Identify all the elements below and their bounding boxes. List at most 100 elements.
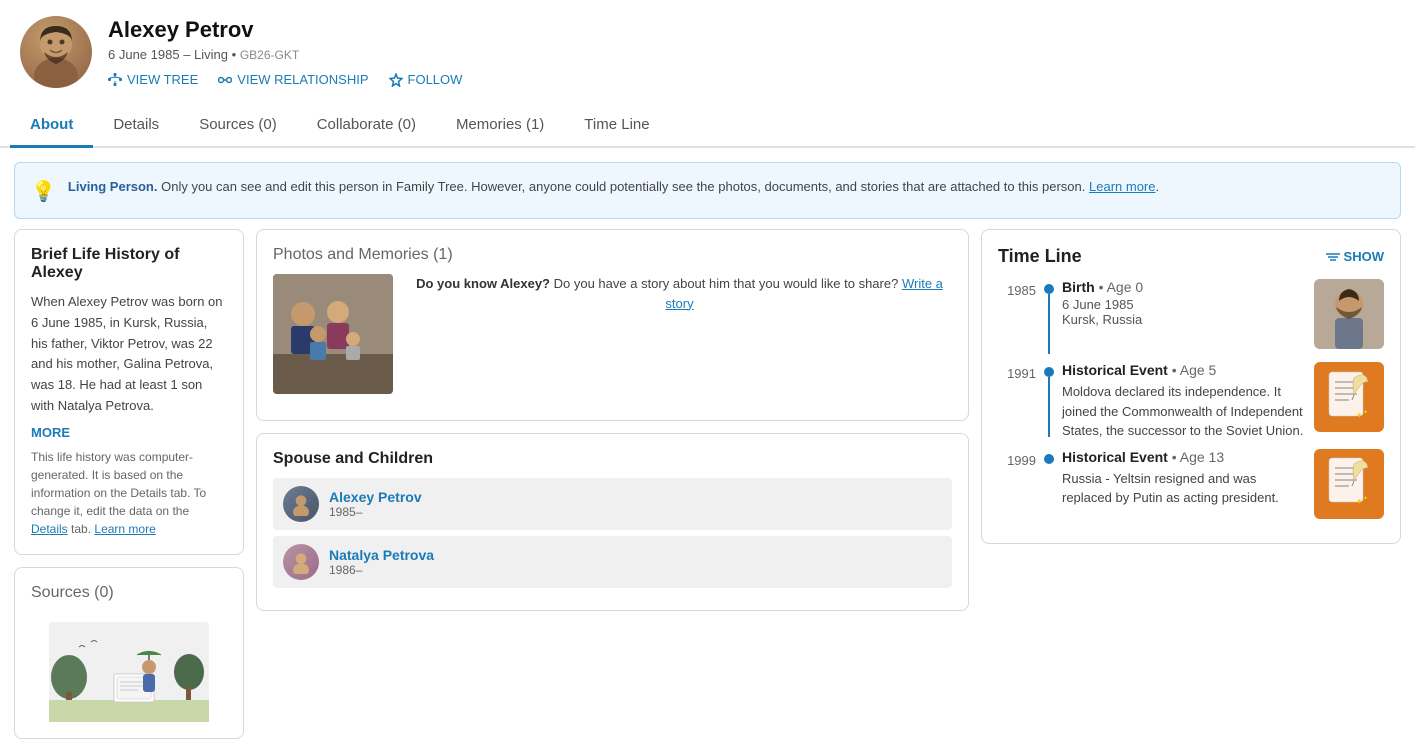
- male-person-icon: [289, 492, 313, 516]
- spouse-children-title: Spouse and Children: [273, 450, 952, 468]
- person-name-alexey: Alexey Petrov: [329, 489, 422, 505]
- tl-event-body-1991: Historical Event • Age 5 Moldova declare…: [1062, 362, 1304, 441]
- tab-sources[interactable]: Sources (0): [179, 104, 297, 148]
- more-link[interactable]: MORE: [31, 425, 227, 440]
- timeline-show-button[interactable]: SHOW: [1326, 249, 1384, 264]
- document-icon-1991: ✦ ✦: [1324, 370, 1374, 425]
- tl-photo-1991: ✦ ✦: [1314, 362, 1384, 432]
- timeline-item-1991: 1991 Historical Event • Age 5 Moldova de…: [998, 362, 1384, 441]
- tl-year-1991: 1991: [998, 362, 1036, 381]
- timeline-item-1985: 1985 Birth • Age 0 6 June 1985 Kursk,: [998, 279, 1384, 354]
- tl-event-body-1985: Birth • Age 0 6 June 1985 Kursk, Russia: [1062, 279, 1304, 349]
- view-relationship-button[interactable]: VIEW RELATIONSHIP: [218, 72, 368, 87]
- svg-text:✦: ✦: [1356, 497, 1363, 506]
- sources-title: Sources (0): [31, 584, 227, 602]
- tl-line-1999: [1044, 449, 1054, 464]
- tab-details[interactable]: Details: [93, 104, 179, 148]
- brief-life-card: Brief Life History of Alexey When Alexey…: [14, 229, 244, 555]
- female-person-icon: [289, 550, 313, 574]
- photos-content: Do you know Alexey? Do you have a story …: [273, 274, 952, 404]
- main-content: Brief Life History of Alexey When Alexey…: [0, 229, 1415, 753]
- tab-memories[interactable]: Memories (1): [436, 104, 564, 148]
- tl-dot-1985: [1044, 284, 1054, 294]
- person-name-natalya: Natalya Petrova: [329, 547, 434, 563]
- tl-event-desc-1991: Moldova declared its independence. It jo…: [1062, 382, 1304, 441]
- banner-text: Living Person. Only you can see and edit…: [68, 177, 1159, 197]
- tl-photo-1985: [1314, 279, 1384, 349]
- tree-icon: [108, 73, 122, 87]
- svg-text:✦: ✦: [1363, 495, 1368, 502]
- right-column: Time Line SHOW 1985: [981, 229, 1401, 739]
- photo-caption-bold: Do you know Alexey?: [416, 276, 550, 291]
- tl-event-place-1985: Kursk, Russia: [1062, 312, 1304, 327]
- person-avatar-natalya: [283, 544, 319, 580]
- sources-svg: [49, 622, 209, 722]
- filter-icon: [1326, 252, 1340, 262]
- person-info-natalya: Natalya Petrova 1986–: [329, 547, 434, 577]
- person-dates-alexey: 1985–: [329, 505, 422, 519]
- banner-title: Living Person.: [68, 179, 158, 194]
- timeline-item-1999: 1999 Historical Event • Age 13 Russia - …: [998, 449, 1384, 519]
- living-person-banner: 💡 Living Person. Only you can see and ed…: [14, 162, 1401, 219]
- brief-life-text: When Alexey Petrov was born on 6 June 19…: [31, 292, 227, 417]
- tab-about[interactable]: About: [10, 104, 93, 148]
- banner-learn-more-link[interactable]: Learn more: [1089, 179, 1155, 194]
- tl-dot-1991: [1044, 367, 1054, 377]
- tl-event-age-1999: • Age 13: [1172, 449, 1224, 465]
- star-icon: [389, 73, 403, 87]
- tl-event-age-1991: • Age 5: [1172, 362, 1217, 378]
- timeline-title: Time Line: [998, 246, 1082, 267]
- brief-life-title: Brief Life History of Alexey: [31, 246, 227, 282]
- tl-event-type-1999: Historical Event • Age 13: [1062, 449, 1304, 465]
- profile-info: Alexey Petrov 6 June 1985 – Living • GB2…: [108, 17, 462, 87]
- tl-line-1991: [1044, 362, 1054, 437]
- learn-more-link[interactable]: Learn more: [94, 522, 155, 536]
- follow-button[interactable]: FOLLOW: [389, 72, 463, 87]
- generated-note: This life history was computer-generated…: [31, 448, 227, 538]
- tl-vert-1985: [1048, 294, 1050, 354]
- banner-body: Only you can see and edit this person in…: [161, 179, 1085, 194]
- tl-event-type-1991: Historical Event • Age 5: [1062, 362, 1304, 378]
- lightbulb-icon: 💡: [31, 179, 56, 204]
- sources-illustration: [31, 612, 227, 722]
- svg-text:✦: ✦: [1356, 411, 1363, 420]
- photos-card: Photos and Memories (1): [256, 229, 969, 421]
- tl-year-1999: 1999: [998, 449, 1036, 468]
- relationship-icon: [218, 73, 232, 87]
- photos-title: Photos and Memories (1): [273, 246, 952, 264]
- spouse-children-card: Spouse and Children Alexey Petrov 1985–: [256, 433, 969, 611]
- person-info-alexey: Alexey Petrov 1985–: [329, 489, 422, 519]
- birth-photo-svg: [1314, 279, 1384, 349]
- tab-collaborate[interactable]: Collaborate (0): [297, 104, 436, 148]
- tl-line-1985: [1044, 279, 1054, 354]
- person-dates-natalya: 1986–: [329, 563, 434, 577]
- person-row-natalya[interactable]: Natalya Petrova 1986–: [273, 536, 952, 588]
- tl-event-1999: Historical Event • Age 13 Russia - Yelts…: [1062, 449, 1384, 519]
- tl-event-desc-1999: Russia - Yeltsin resigned and was replac…: [1062, 469, 1304, 508]
- tabs-bar: About Details Sources (0) Collaborate (0…: [0, 104, 1415, 148]
- tl-event-date-1985: 6 June 1985: [1062, 297, 1304, 312]
- tab-timeline[interactable]: Time Line: [564, 104, 669, 148]
- sources-card: Sources (0): [14, 567, 244, 739]
- view-tree-button[interactable]: VIEW TREE: [108, 72, 198, 87]
- profile-dates: 6 June 1985 – Living • GB26-GKT: [108, 47, 462, 62]
- family-photo-svg: [273, 274, 393, 394]
- profile-header: Alexey Petrov 6 June 1985 – Living • GB2…: [0, 0, 1415, 104]
- middle-column: Photos and Memories (1): [256, 229, 969, 739]
- photo-caption-area: Do you know Alexey? Do you have a story …: [407, 274, 952, 313]
- tl-photo-1999: ✦ ✦: [1314, 449, 1384, 519]
- person-avatar-alexey: [283, 486, 319, 522]
- tl-dot-1999: [1044, 454, 1054, 464]
- timeline-header: Time Line SHOW: [998, 246, 1384, 267]
- people-list: Alexey Petrov 1985– Natalya Petrova 1: [273, 478, 952, 588]
- document-icon-1999: ✦ ✦: [1324, 456, 1374, 511]
- tl-vert-1991: [1048, 377, 1050, 437]
- person-row-alexey[interactable]: Alexey Petrov 1985–: [273, 478, 952, 530]
- photo-caption: Do you know Alexey? Do you have a story …: [407, 274, 952, 313]
- details-link[interactable]: Details: [31, 522, 68, 536]
- family-photo[interactable]: [273, 274, 393, 394]
- tl-event-age-1985: • Age 0: [1099, 279, 1144, 295]
- left-column: Brief Life History of Alexey When Alexey…: [14, 229, 244, 739]
- profile-name: Alexey Petrov: [108, 17, 462, 43]
- tl-year-1985: 1985: [998, 279, 1036, 298]
